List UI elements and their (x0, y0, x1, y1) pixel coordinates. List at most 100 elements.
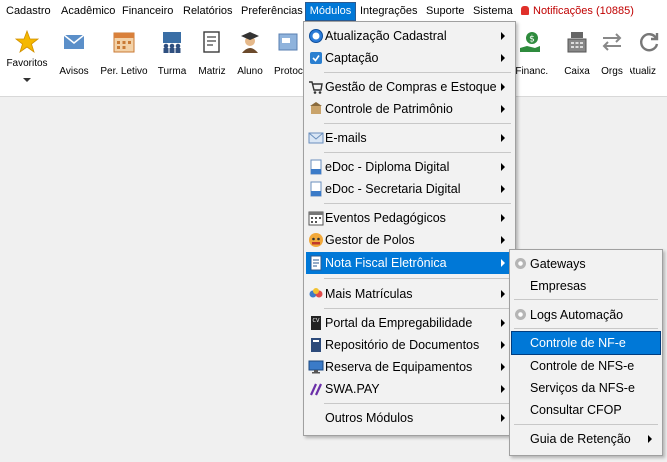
submenu-arrow-icon (501, 134, 505, 142)
submenu-arrow-icon (501, 163, 505, 171)
menu-item-swapay[interactable]: SWA.PAY (306, 378, 513, 400)
menu-sistema[interactable]: Sistema (472, 3, 514, 20)
submenu-arrow-icon (501, 259, 505, 267)
toolbar-label: Favoritos (6, 58, 48, 69)
toolbar-label: Orgs (601, 66, 623, 77)
menu-bar: Cadastro Acadêmico Financeiro Relatórios… (0, 0, 667, 22)
menu-item-portal-empregabilidade[interactable]: CV Portal da Empregabilidade (306, 312, 513, 334)
patrimony-icon (310, 102, 322, 114)
menu-item-edoc-diploma[interactable]: eDoc - Diploma Digital (306, 156, 513, 178)
toolbar-label: Matriz (198, 66, 226, 77)
toolbar-protocolo-button[interactable]: Protoc (270, 22, 306, 94)
submenu-item-servicos-nfse[interactable]: Serviços da NFS-e (512, 377, 660, 399)
menu-item-mais-matriculas[interactable]: Mais Matrículas (306, 283, 513, 305)
menu-suporte[interactable]: Suporte (425, 3, 466, 20)
email-icon (308, 132, 324, 144)
menu-separator (324, 152, 511, 153)
nota-fiscal-submenu: Gateways Empresas Logs Automação Control… (509, 249, 663, 456)
toolbar-orgs-button[interactable]: Orgs (597, 22, 627, 94)
menu-item-gestao-compras[interactable]: Gestão de Compras e Estoque (306, 76, 513, 98)
submenu-arrow-icon (501, 236, 505, 244)
svg-text:$: $ (529, 35, 535, 45)
submenu-item-controle-nfe[interactable]: Controle de NF-e (511, 331, 661, 355)
cv-icon: CV (311, 316, 321, 330)
events-icon (308, 211, 324, 226)
submenu-item-controle-nfse[interactable]: Controle de NFS-e (512, 355, 660, 377)
menu-integracoes[interactable]: Integrações (359, 3, 418, 20)
swapay-icon (309, 383, 323, 396)
calendar-icon (113, 32, 135, 53)
book-icon (311, 338, 321, 352)
menu-item-gestor-polos[interactable]: Gestor de Polos (306, 229, 513, 251)
menu-separator (324, 123, 511, 124)
menu-item-repositorio-documentos[interactable]: Repositório de Documentos (306, 334, 513, 356)
menu-financeiro[interactable]: Financeiro (121, 3, 174, 20)
submenu-item-empresas[interactable]: Empresas (512, 275, 660, 297)
menu-academico[interactable]: Acadêmico (60, 3, 116, 20)
menu-separator (514, 424, 658, 425)
poles-icon (309, 233, 323, 247)
menu-separator (324, 72, 511, 73)
toolbar-atualizar-button[interactable]: Atualiz (630, 22, 667, 94)
submenu-arrow-icon (501, 341, 505, 349)
submenu-item-guia-retencao[interactable]: Guia de Retenção (512, 428, 660, 450)
toolbar-matriz-button[interactable]: Matriz (193, 22, 231, 94)
submenu-arrow-icon (501, 214, 505, 222)
submenu-arrow-icon (501, 83, 505, 91)
refresh-icon (639, 33, 658, 52)
menu-cadastro[interactable]: Cadastro (5, 3, 52, 20)
menu-item-atualizacao-cadastral[interactable]: Atualização Cadastral (306, 25, 513, 47)
graduate-icon (241, 32, 259, 53)
modulos-menu: Atualização Cadastral Captação Gestão de… (303, 21, 516, 436)
submenu-item-gateways[interactable]: Gateways (512, 253, 660, 275)
menu-preferencias[interactable]: Preferências (240, 3, 304, 20)
monitor-icon (308, 360, 324, 374)
gear-icon (515, 309, 526, 320)
classroom-icon (163, 32, 181, 53)
menu-item-outros-modulos[interactable]: Outros Módulos (306, 407, 513, 429)
menu-item-emails[interactable]: E-mails (306, 127, 513, 149)
toolbar-caixa-button[interactable]: Caixa (560, 22, 594, 94)
menu-item-reserva-equipamentos[interactable]: Reserva de Equipamentos (306, 356, 513, 378)
svg-text:CV: CV (313, 318, 320, 324)
menu-item-controle-patrimonio[interactable]: Controle de Patrimônio (306, 98, 513, 120)
submenu-arrow-icon (501, 414, 505, 422)
menu-separator (324, 203, 511, 204)
submenu-arrow-icon (648, 435, 652, 443)
toolbar-label: Aluno (237, 66, 263, 77)
toolbar-periodo-letivo-button[interactable]: Per. Letivo (96, 22, 152, 94)
menu-item-nota-fiscal[interactable]: Nota Fiscal Eletrônica (306, 252, 513, 274)
submenu-arrow-icon (501, 105, 505, 113)
toolbar-label: Per. Letivo (100, 66, 148, 77)
menu-item-eventos-pedagogicos[interactable]: Eventos Pedagógicos (306, 207, 513, 229)
toolbar-label: Atualiz (630, 66, 657, 77)
submenu-item-consultar-cfop[interactable]: Consultar CFOP (512, 399, 660, 421)
submenu-arrow-icon (501, 290, 505, 298)
star-icon (15, 30, 39, 54)
update-icon (309, 29, 323, 43)
protocol-icon (278, 33, 298, 51)
notifications-link[interactable]: Notificações (10885) (520, 3, 635, 20)
menu-modulos[interactable]: Módulos (305, 2, 356, 21)
toolbar-aluno-button[interactable]: Aluno (233, 22, 267, 94)
purchases-icon (309, 81, 323, 94)
notifications-label: Notificações (10885) (533, 5, 634, 17)
submenu-arrow-icon (501, 54, 505, 62)
chevron-down-icon (23, 78, 31, 82)
toolbar-label: Protoc (274, 66, 303, 77)
swap-arrows-icon (602, 33, 622, 51)
toolbar-turma-button[interactable]: Turma (154, 22, 190, 94)
toolbar-avisos-button[interactable]: Avisos (54, 22, 94, 94)
toolbar-favoritos-button[interactable]: Favoritos (2, 22, 52, 94)
submenu-item-logs-automacao[interactable]: Logs Automação (512, 304, 660, 326)
menu-separator (514, 328, 658, 329)
submenu-arrow-icon (501, 385, 505, 393)
edoc-icon (310, 159, 322, 175)
menu-relatorios[interactable]: Relatórios (182, 3, 234, 20)
menu-item-edoc-secretaria[interactable]: eDoc - Secretaria Digital (306, 178, 513, 200)
menu-item-captacao[interactable]: Captação (306, 47, 513, 69)
toolbar-label: Turma (157, 66, 187, 77)
money-hand-icon: $ (520, 32, 540, 52)
submenu-arrow-icon (501, 319, 505, 327)
menu-separator (514, 299, 658, 300)
